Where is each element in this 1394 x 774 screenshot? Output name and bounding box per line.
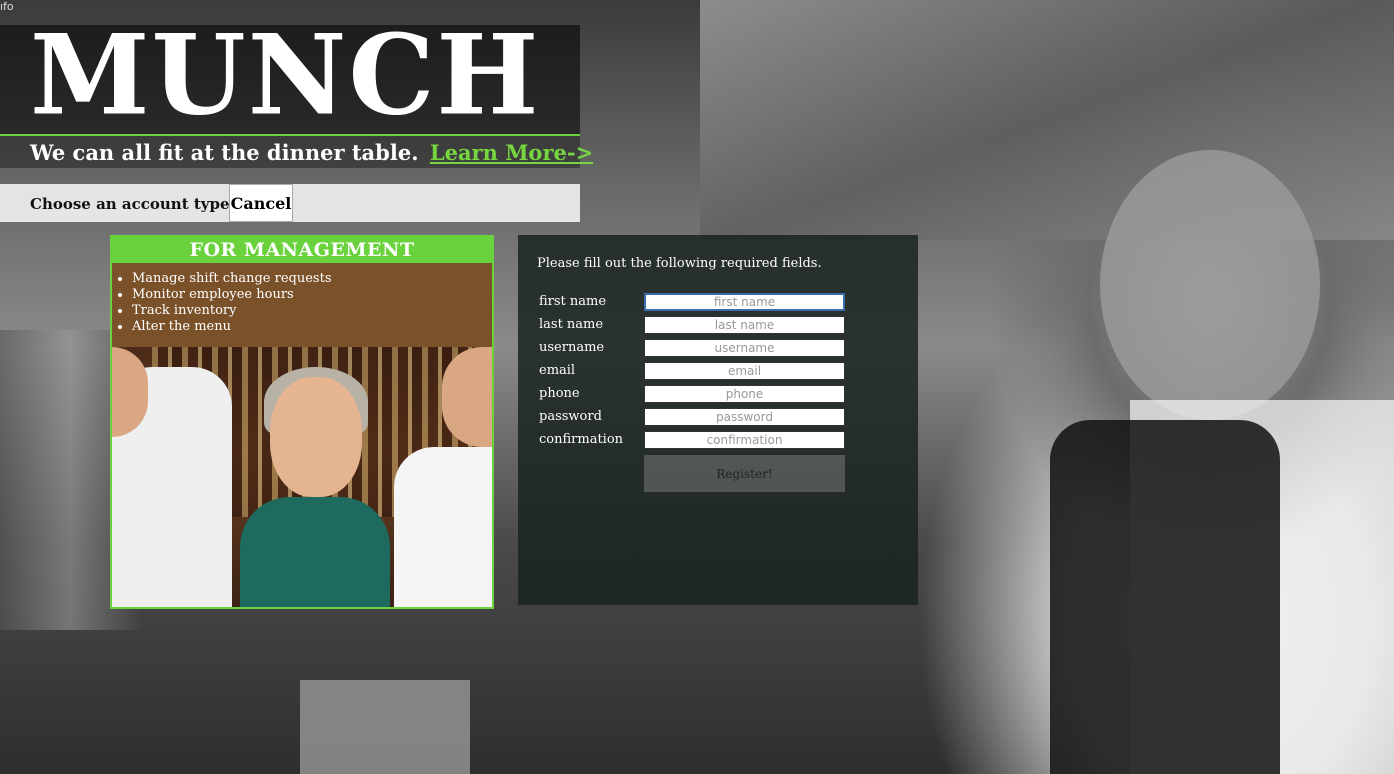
field-row-username: username bbox=[539, 339, 849, 359]
waiter-figure bbox=[394, 447, 492, 607]
waiter-face bbox=[442, 347, 492, 447]
phone-input[interactable] bbox=[644, 385, 845, 403]
feature-item: Track inventory bbox=[132, 303, 492, 319]
email-input[interactable] bbox=[644, 362, 845, 380]
tagline: We can all fit at the dinner table. Lear… bbox=[30, 140, 593, 165]
background-container bbox=[300, 680, 470, 774]
form-instructions: Please fill out the following required f… bbox=[537, 256, 822, 271]
username-input[interactable] bbox=[644, 339, 845, 357]
background-chef-head bbox=[1100, 150, 1320, 420]
register-button[interactable]: Register! bbox=[644, 455, 845, 492]
management-feature-list: Manage shift change requests Monitor emp… bbox=[112, 263, 492, 347]
last-name-input[interactable] bbox=[644, 316, 845, 334]
first-name-label: first name bbox=[539, 294, 607, 309]
field-row-phone: phone bbox=[539, 385, 849, 405]
username-label: username bbox=[539, 340, 605, 355]
first-name-input[interactable] bbox=[644, 293, 845, 311]
manager-face bbox=[270, 377, 362, 497]
brand-logo-text: MUNCH bbox=[30, 11, 541, 141]
feature-item: Alter the menu bbox=[132, 319, 492, 335]
confirmation-input[interactable] bbox=[644, 431, 845, 449]
cancel-button[interactable]: Cancel bbox=[229, 184, 293, 222]
top-left-text-fragment: ıfo bbox=[0, 0, 14, 13]
account-type-label: Choose an account type: bbox=[30, 195, 236, 213]
background-chef-apron bbox=[1050, 420, 1280, 774]
feature-item: Manage shift change requests bbox=[132, 271, 492, 287]
feature-item: Monitor employee hours bbox=[132, 287, 492, 303]
field-row-first-name: first name bbox=[539, 293, 849, 313]
tagline-text: We can all fit at the dinner table. bbox=[30, 140, 419, 165]
manager-figure bbox=[240, 497, 390, 607]
email-label: email bbox=[539, 363, 576, 378]
password-input[interactable] bbox=[644, 408, 845, 426]
management-card[interactable]: FOR MANAGEMENT Manage shift change reque… bbox=[110, 235, 494, 609]
field-row-confirmation: confirmation bbox=[539, 431, 849, 451]
field-row-password: password bbox=[539, 408, 849, 428]
phone-label: phone bbox=[539, 386, 580, 401]
learn-more-link[interactable]: Learn More-> bbox=[430, 140, 593, 165]
registration-form: Please fill out the following required f… bbox=[518, 235, 918, 605]
last-name-label: last name bbox=[539, 317, 604, 332]
password-label: password bbox=[539, 409, 602, 424]
management-card-title: FOR MANAGEMENT bbox=[112, 237, 492, 263]
management-team-photo bbox=[112, 347, 492, 607]
field-row-last-name: last name bbox=[539, 316, 849, 336]
field-row-email: email bbox=[539, 362, 849, 382]
confirmation-label: confirmation bbox=[539, 432, 624, 447]
